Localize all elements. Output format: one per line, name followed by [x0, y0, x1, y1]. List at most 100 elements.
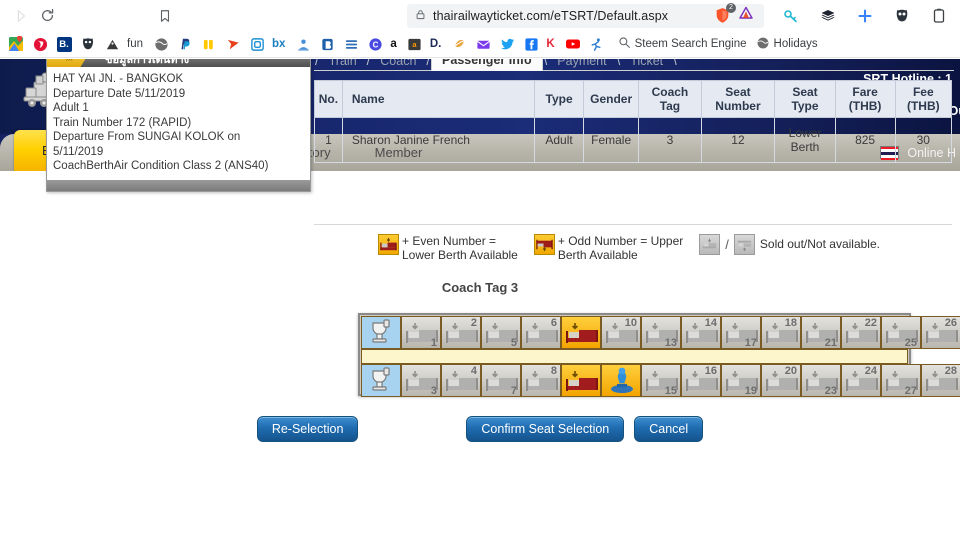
steemit-bot-bookmark[interactable]	[291, 33, 315, 55]
key-icon[interactable]	[778, 3, 804, 29]
reload-icon[interactable]	[34, 3, 60, 29]
bitshares-bookmark[interactable]	[315, 33, 339, 55]
brave-shield-icon[interactable]: 2	[714, 3, 736, 24]
youtube-bookmark[interactable]	[561, 33, 585, 55]
seat-cell-sold-out[interactable]: 15	[641, 364, 681, 397]
seat-cell-available[interactable]	[561, 316, 601, 349]
seat-cell-sold-out[interactable]: 5	[481, 316, 521, 349]
seat-cell-sold-out[interactable]: 10	[601, 316, 641, 349]
paypal-bookmark[interactable]	[173, 33, 197, 55]
dtube-bookmark[interactable]	[221, 33, 245, 55]
legend-upper-berth-text: + Odd Number = Upper Berth Available	[558, 234, 683, 262]
appics-bookmark[interactable]	[100, 33, 124, 55]
seat-cell-sold-out[interactable]: 14	[681, 316, 721, 349]
owl-bookmark[interactable]	[76, 33, 100, 55]
seat-cell-sold-out[interactable]: 22	[841, 316, 881, 349]
seat-number-upper: 26	[944, 317, 957, 329]
partiko-bookmark[interactable]	[447, 33, 471, 55]
globe-bookmark[interactable]	[149, 33, 173, 55]
seat-cell-sold-out[interactable]: 23	[801, 364, 841, 397]
re-selection-button[interactable]: Re-Selection	[256, 416, 359, 442]
seat-number-lower: 19	[744, 385, 757, 397]
seat-cell-available[interactable]	[561, 364, 601, 397]
steem-search-engine-bookmark[interactable]: Steem Search Engine	[615, 33, 753, 55]
dlive-bookmark[interactable]: D.	[427, 33, 448, 55]
seat-cell-sold-out[interactable]: 20	[761, 364, 801, 397]
step-payment[interactable]: Payment	[548, 59, 615, 70]
battery-icon[interactable]	[926, 3, 952, 29]
seat-cell-sold-out[interactable]: 21	[801, 316, 841, 349]
google-maps-bookmark[interactable]	[4, 33, 28, 55]
owl-icon[interactable]	[889, 3, 915, 29]
seat-cell-sold-out[interactable]: 19	[721, 364, 761, 397]
seat-cell-sold-out[interactable]: 26	[921, 316, 960, 349]
steem-bookmark[interactable]	[197, 33, 221, 55]
seat-cell-sold-out[interactable]: 24	[841, 364, 881, 397]
legend-slash: /	[725, 237, 729, 252]
seat-cell-sold-out[interactable]: 18	[761, 316, 801, 349]
bookmark-icon[interactable]	[152, 3, 178, 29]
runner-bookmark[interactable]	[585, 33, 609, 55]
seat-cell-sold-out[interactable]: 25	[881, 316, 921, 349]
web-page: Thairailwayticket .com SRT Hotline : 1 S…	[0, 59, 960, 543]
seat-number-upper: 14	[704, 317, 717, 329]
seat-cell-sold-out[interactable]: 8	[521, 364, 561, 397]
mail-bookmark[interactable]	[471, 33, 495, 55]
layers-icon[interactable]	[815, 3, 841, 29]
browser-toolbar: thairailwayticket.com/eTSRT/Default.aspx…	[0, 0, 960, 31]
seat-cell-sold-out[interactable]: 3	[401, 364, 441, 397]
legend-item-sold-out: / Sold out/Not available.	[699, 234, 880, 255]
seat-cell-sold-out[interactable]: 6	[521, 316, 561, 349]
table-header-row: No. Name Type Gender Coach Tag Seat Numb…	[314, 80, 953, 118]
kickstarter-bookmark[interactable]: K	[543, 33, 560, 55]
seat-cell-sold-out[interactable]: 7	[481, 364, 521, 397]
trip-info-body: HAT YAI JN. - BANGKOK Departure Date 5/1…	[47, 67, 310, 180]
trip-info-title: ข้อมูลการเดินทาง	[105, 59, 190, 66]
brave-shield-badge: 2	[726, 3, 736, 13]
fun-bookmark[interactable]: fun	[124, 33, 149, 55]
seat-number-upper: 22	[864, 317, 877, 329]
seat-cell-sold-out[interactable]: 27	[881, 364, 921, 397]
seat-cell-sold-out[interactable]: 4	[441, 364, 481, 397]
trip-info-line: Adult 1	[53, 102, 89, 114]
legend-sold-out-text: Sold out/Not available.	[759, 237, 880, 251]
toilet-bottom	[361, 364, 401, 397]
step-coach[interactable]: Coach	[371, 59, 425, 70]
seat-cell-sold-out[interactable]: 13	[641, 316, 681, 349]
seat-number-lower: 17	[744, 337, 757, 349]
hive-bookmark[interactable]	[28, 33, 52, 55]
amazon-bookmark[interactable]: a	[387, 33, 402, 55]
sold-out-lower-icon	[733, 234, 755, 255]
step-ticket[interactable]: Ticket	[621, 59, 672, 70]
amazon-alt-bookmark[interactable]: a	[403, 33, 427, 55]
step-train[interactable]: Train	[320, 59, 366, 70]
seat-cell-sold-out[interactable]: 16	[681, 364, 721, 397]
cancel-button[interactable]: Cancel	[634, 416, 704, 442]
seat-cell-sold-out[interactable]: 28	[921, 364, 960, 397]
globe-icon	[756, 36, 770, 53]
trip-info-line: Train Number 172 (RAPID)	[53, 116, 192, 129]
plus-icon[interactable]	[852, 3, 878, 29]
seat-number-upper: 10	[624, 317, 637, 329]
busy-bookmark[interactable]: bx	[269, 33, 291, 55]
seat-number-lower: 5	[510, 337, 517, 349]
seat-cell-sold-out[interactable]: 2	[441, 316, 481, 349]
seat-cell-sold-out[interactable]: 17	[721, 316, 761, 349]
step-passenger-info[interactable]: Passenger Info	[431, 59, 543, 71]
facebook-bookmark[interactable]	[519, 33, 543, 55]
forward-arrow-icon[interactable]	[8, 3, 34, 29]
holidays-bookmark[interactable]: Holidays	[753, 33, 824, 55]
list-bookmark[interactable]	[339, 33, 363, 55]
seat-cell-sold-out[interactable]: 1	[401, 316, 441, 349]
seat-cell-occupied[interactable]	[601, 364, 641, 397]
confirm-seat-selection-button[interactable]: Confirm Seat Selection	[466, 416, 625, 442]
coinbase-bookmark[interactable]: C	[363, 33, 387, 55]
twitter-bookmark[interactable]	[495, 33, 519, 55]
booking-bookmark[interactable]: B.	[52, 33, 76, 55]
brave-rewards-icon[interactable]	[738, 5, 754, 26]
legend-upper-line2: Berth Available	[557, 248, 638, 262]
address-bar[interactable]: thairailwayticket.com/eTSRT/Default.aspx…	[407, 3, 764, 28]
esteem-bookmark[interactable]	[245, 33, 269, 55]
seat-number-lower: 23	[824, 385, 837, 397]
address-bar-text: thairailwayticket.com/eTSRT/Default.aspx	[433, 8, 669, 23]
